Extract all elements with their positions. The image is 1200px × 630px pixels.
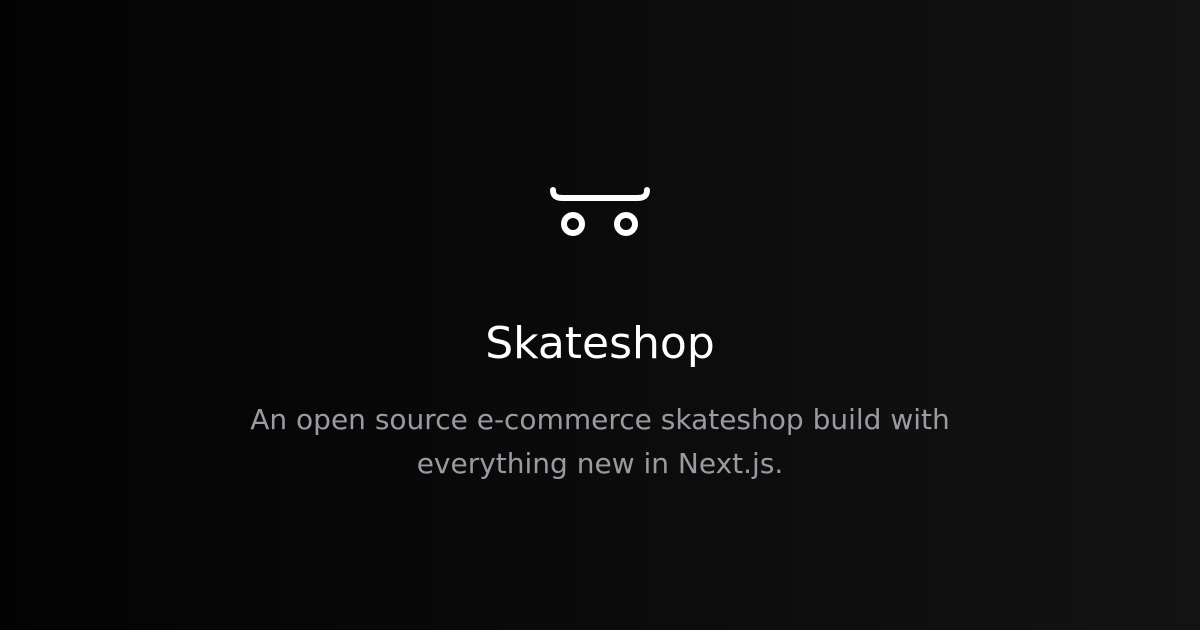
skateboard-icon — [550, 187, 650, 236]
site-title: Skateshop — [485, 318, 715, 369]
site-description: An open source e-commerce skateshop buil… — [250, 403, 950, 480]
og-card: Skateshop An open source e-commerce skat… — [0, 0, 1200, 630]
